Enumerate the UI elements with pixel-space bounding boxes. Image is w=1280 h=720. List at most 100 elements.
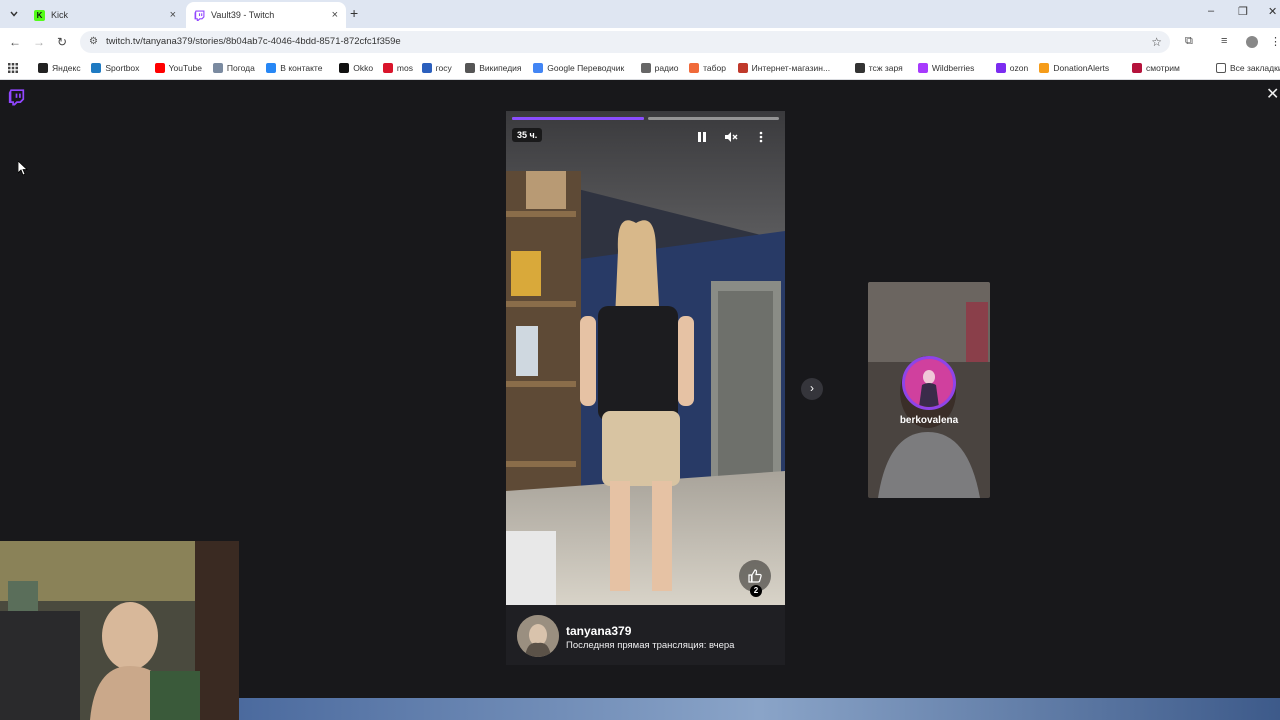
folder-icon	[1216, 63, 1226, 73]
bookmark-label: Яндекс	[52, 63, 81, 73]
restore-button[interactable]: ❐	[1238, 5, 1248, 18]
kick-icon: K	[34, 9, 45, 21]
bookmark-item[interactable]: mos	[382, 61, 413, 75]
bookmark-favicon-icon	[266, 63, 277, 73]
bookmark-item[interactable]: Яндекс	[38, 61, 81, 75]
bookmark-item[interactable]: Okko	[339, 61, 373, 75]
extensions-icon[interactable]: ⧉	[1185, 35, 1193, 48]
forward-button[interactable]: →	[33, 35, 45, 49]
webcam-overlay	[0, 541, 239, 720]
bookmark-label: Интернет-магазин...	[751, 63, 831, 73]
close-stories-button[interactable]: ✕	[1266, 87, 1280, 103]
back-button[interactable]: ←	[9, 35, 21, 49]
apps-icon[interactable]	[8, 61, 18, 75]
pause-icon	[698, 132, 706, 142]
bookmark-item[interactable]: Wildberries	[917, 61, 974, 75]
bookmark-all[interactable]: Все закладки	[1216, 61, 1280, 75]
bookmark-favicon-icon	[1132, 63, 1142, 73]
bookmark-label: табор	[703, 63, 726, 73]
avatar[interactable]	[517, 615, 559, 657]
bookmark-item[interactable]: радио	[640, 61, 679, 75]
bookmarks-bar: Яндекс Sportbox YouTube Погода В контакте Okk…	[0, 56, 1280, 80]
next-story-button[interactable]: ›	[801, 378, 823, 400]
bookmark-label: тсж заря	[868, 63, 903, 73]
bookmark-favicon-icon	[689, 63, 700, 73]
story-progress-bar	[512, 117, 644, 120]
tab-kick[interactable]: K Kick ×	[26, 2, 184, 28]
next-story-username: berkovalena	[899, 415, 959, 426]
window-close-button[interactable]: ✕	[1268, 5, 1277, 18]
bookmark-favicon-icon	[91, 63, 102, 73]
bookmark-favicon-icon	[38, 63, 48, 73]
tab-close-icon[interactable]: ×	[332, 9, 338, 21]
bookmark-label: DonationAlerts	[1053, 63, 1110, 73]
twitch-icon	[194, 10, 205, 21]
tab-close-icon[interactable]: ×	[170, 9, 176, 21]
bookmark-item[interactable]: Интернет-магазин...	[737, 61, 831, 75]
bookmark-favicon-icon	[382, 63, 393, 73]
bookmark-favicon-icon	[1039, 63, 1050, 73]
bookmark-item[interactable]: В контакте	[266, 61, 322, 75]
mute-button[interactable]	[721, 131, 741, 146]
mute-icon	[725, 132, 738, 142]
bookmark-favicon-icon	[212, 63, 223, 73]
like-count: 2	[750, 585, 762, 597]
next-story-preview[interactable]: berkovalena	[868, 282, 990, 498]
story-progress-fill	[512, 117, 644, 120]
story-video[interactable]	[506, 111, 785, 605]
bookmark-star-icon[interactable]: ☆	[1151, 31, 1162, 53]
chevron-down-icon	[10, 11, 18, 17]
tab-title: Kick	[51, 10, 69, 20]
bookmark-item[interactable]: Википедия	[465, 61, 522, 75]
toolbar: ← → ↻ ⚙ twitch.tv/tanyana379/stories/8b0…	[0, 28, 1280, 56]
bookmark-item[interactable]: Google Переводчик	[533, 61, 624, 75]
more-icon	[759, 131, 763, 143]
bookmark-favicon-icon	[421, 63, 432, 73]
more-options-button[interactable]	[751, 131, 771, 146]
bookmark-favicon-icon	[854, 63, 865, 73]
mouse-cursor-icon	[18, 161, 28, 176]
profile-avatar[interactable]	[1246, 36, 1258, 48]
tab-list-button[interactable]	[6, 6, 22, 22]
thumbs-up-icon	[748, 569, 762, 583]
bookmark-favicon-icon	[154, 63, 165, 73]
bookmark-item[interactable]: DonationAlerts	[1039, 61, 1109, 75]
bookmark-favicon-icon	[917, 63, 928, 73]
bookmark-item[interactable]: смотрим	[1132, 61, 1180, 75]
media-control-icon[interactable]: ≡	[1221, 35, 1227, 47]
bookmark-item[interactable]: YouTube	[154, 61, 202, 75]
bookmark-label: Sportbox	[105, 63, 140, 73]
new-tab-button[interactable]: +	[350, 5, 358, 21]
bookmark-item[interactable]: ozon	[995, 61, 1029, 75]
bookmark-favicon-icon	[737, 63, 748, 73]
bookmark-favicon-icon	[640, 63, 651, 73]
bookmark-item[interactable]: госу	[421, 61, 452, 75]
avatar	[902, 356, 956, 410]
twitch-logo-icon[interactable]	[8, 88, 25, 106]
site-info-icon[interactable]: ⚙	[89, 31, 98, 53]
story-username[interactable]: tanyana379	[566, 624, 631, 638]
bookmark-item[interactable]: Sportbox	[91, 61, 139, 75]
bookmark-item[interactable]: тсж заря	[854, 61, 903, 75]
bookmark-label: Википедия	[479, 63, 522, 73]
bookmark-label: Все закладки	[1230, 63, 1280, 73]
story-player[interactable]: 35 ч. 2	[506, 111, 785, 605]
bookmark-item[interactable]: табор	[689, 61, 726, 75]
bookmark-favicon-icon	[995, 63, 1006, 73]
tab-twitch[interactable]: Vault39 - Twitch ×	[186, 2, 346, 28]
menu-icon[interactable]: ⋮	[1270, 35, 1280, 48]
minimize-button[interactable]: –	[1208, 5, 1214, 17]
tab-title: Vault39 - Twitch	[211, 10, 275, 20]
story-progress-bar	[648, 117, 779, 120]
reload-button[interactable]: ↻	[57, 35, 67, 49]
address-bar[interactable]: ⚙ twitch.tv/tanyana379/stories/8b04ab7c-…	[80, 31, 1170, 53]
story-age-badge: 35 ч.	[512, 128, 543, 142]
bookmark-item[interactable]: Погода	[212, 61, 255, 75]
url-text: twitch.tv/tanyana379/stories/8b04ab7c-40…	[106, 36, 401, 47]
bookmark-label: радио	[654, 63, 679, 73]
pause-button[interactable]	[692, 131, 712, 146]
bookmark-label: ozon	[1009, 63, 1029, 73]
bookmark-label: госу	[435, 63, 452, 73]
bookmark-label: Okko	[353, 63, 374, 73]
bookmark-label: mos	[396, 63, 413, 73]
